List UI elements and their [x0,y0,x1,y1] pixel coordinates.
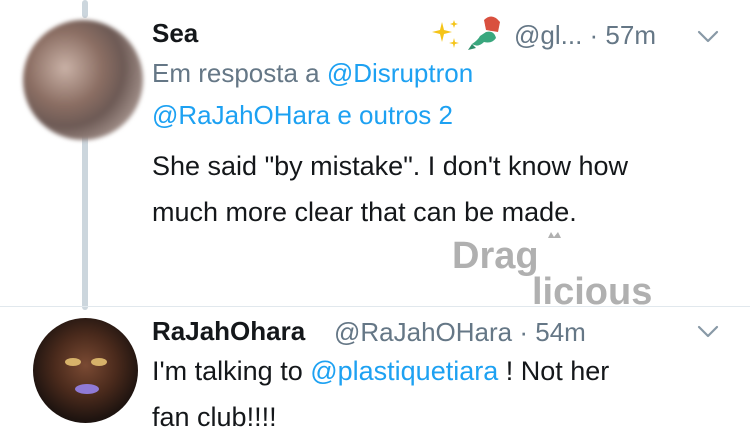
time-separator: · [512,317,536,347]
user-handle[interactable]: @RaJahOHara [334,317,512,347]
avatar[interactable] [23,20,143,140]
chevron-down-icon[interactable] [697,30,719,44]
tweet-text-line: fan club!!!! [152,402,277,432]
watermark-logo: Drag licious [452,232,652,310]
tweet-text-prefix: I'm talking to [152,356,311,386]
display-name[interactable]: Sea [152,18,198,49]
reply-context: Em resposta a @Disruptron [152,58,473,89]
time-separator: · [582,20,606,50]
tweet-text-line: I'm talking to @plastiquetiara ! Not her [152,348,609,394]
mention-link[interactable]: @Disruptron [327,58,473,88]
watermark-text-bottom: licious [532,271,652,310]
thread-line [82,0,88,18]
avatar[interactable] [33,318,138,423]
mention-link[interactable]: @plastiquetiara [310,356,498,386]
divider [0,306,750,307]
chevron-down-icon[interactable] [697,325,719,339]
reply-context-line2: @RaJahOHara e outros 2 [152,100,453,131]
tweet-text-suffix: ! Not her [498,356,610,386]
timestamp[interactable]: 57m [605,20,656,50]
tweet-text-line: much more clear that can be made. [152,197,577,227]
reply-others-link[interactable]: e outros 2 [330,100,453,130]
handle-and-time: @gl... · 57m [514,20,656,51]
tweet-text-line: She said "by mistake". I don't know how [152,151,629,181]
mention-link[interactable]: @RaJahOHara [152,100,330,130]
display-name[interactable]: RaJahOhara [152,316,305,347]
watermark-text-top: Drag [452,235,539,277]
timestamp[interactable]: 54m [535,317,586,347]
user-handle[interactable]: @gl... [514,20,582,50]
handle-and-time: @RaJahOHara · 54m [334,317,586,348]
reply-prefix: Em resposta a [152,58,327,88]
mermaid-icon [468,16,500,50]
tweet-text: She said "by mistake". I don't know how … [152,143,628,235]
thread-line [82,132,88,310]
tweet-text: I'm talking to @plastiquetiara ! Not her… [152,348,609,437]
